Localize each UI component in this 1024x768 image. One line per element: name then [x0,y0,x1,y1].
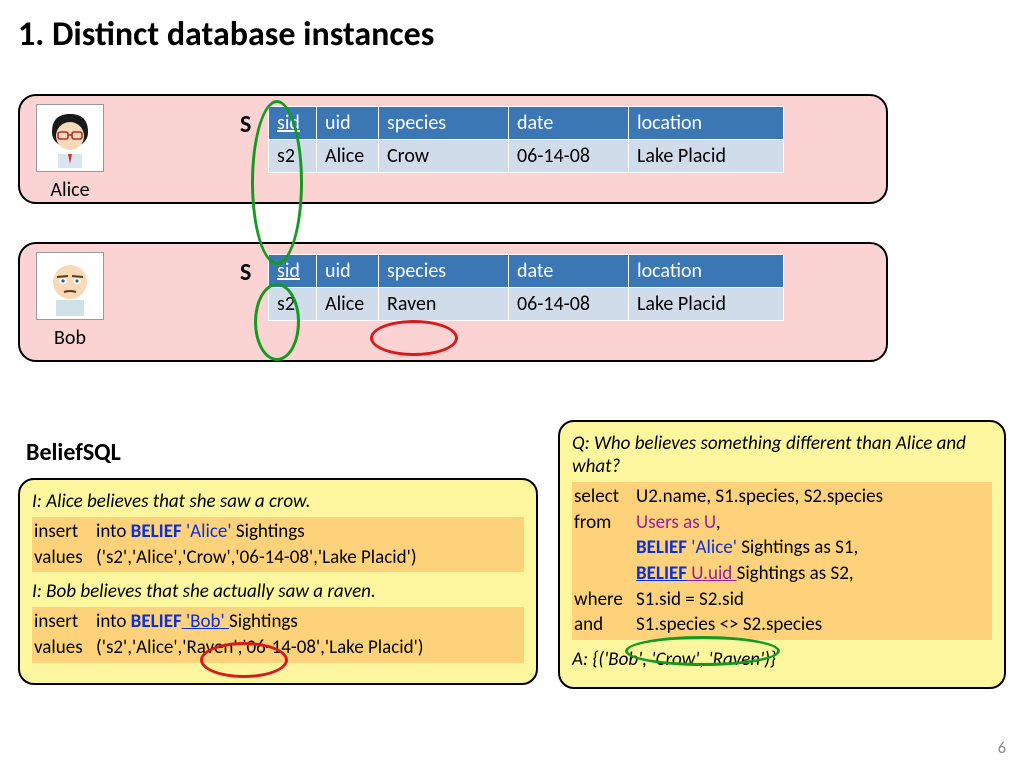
cell-uid: Alice [317,288,379,321]
query-question: Q: Who believes something different than… [572,432,992,478]
th-uid: uid [317,107,379,140]
avatar-alice [36,104,104,172]
cell-species: Crow [379,140,509,173]
table-label-alice: S [240,110,251,139]
avatar-label-alice: Alice [20,178,120,202]
beliefsql-query-box: Q: Who believes something different than… [558,420,1006,689]
sightings-table-alice: sid uid species date location s2 Alice C… [268,106,784,173]
cell-location: Lake Placid [629,140,784,173]
insert-desc-bob: I: Bob believes that she actually saw a … [32,580,524,603]
th-sid: sid [269,107,317,140]
panel-bob: Bob S sid uid species date location s2 A… [18,242,888,362]
cell-uid: Alice [317,140,379,173]
cell-date: 06-14-08 [509,140,629,173]
panel-alice: Alice S sid uid species date location s2… [18,94,888,204]
th-sid: sid [269,255,317,288]
cell-species: Raven [379,288,509,321]
cell-sid: s2 [269,140,317,173]
query-code: selectU2.name, S1.species, S2.species fr… [572,482,992,640]
cell-date: 06-14-08 [509,288,629,321]
th-species: species [379,255,509,288]
th-date: date [509,107,629,140]
avatar-label-bob: Bob [20,326,120,350]
th-date: date [509,255,629,288]
sightings-table-bob: sid uid species date location s2 Alice R… [268,254,784,321]
insert-code-alice: insertinto BELIEF 'Alice' Sightings valu… [32,517,524,572]
th-location: location [629,107,784,140]
beliefsql-insert-box: I: Alice believes that she saw a crow. i… [18,478,538,685]
page-number: 6 [998,739,1006,758]
table-label-bob: S [240,258,251,287]
insert-code-bob: insertinto BELIEF 'Bob' Sightings values… [32,607,524,662]
cell-sid: s2 [269,288,317,321]
query-answer: A: {('Bob', 'Crow', 'Raven')} [572,648,992,671]
avatar-bob [36,252,104,320]
th-location: location [629,255,784,288]
beliefsql-heading: BeliefSQL [26,438,121,467]
th-species: species [379,107,509,140]
cell-location: Lake Placid [629,288,784,321]
page-title: 1. Distinct database instances [0,0,1024,65]
insert-desc-alice: I: Alice believes that she saw a crow. [32,490,524,513]
th-uid: uid [317,255,379,288]
table-row: s2 Alice Raven 06-14-08 Lake Placid [269,288,784,321]
table-row: s2 Alice Crow 06-14-08 Lake Placid [269,140,784,173]
